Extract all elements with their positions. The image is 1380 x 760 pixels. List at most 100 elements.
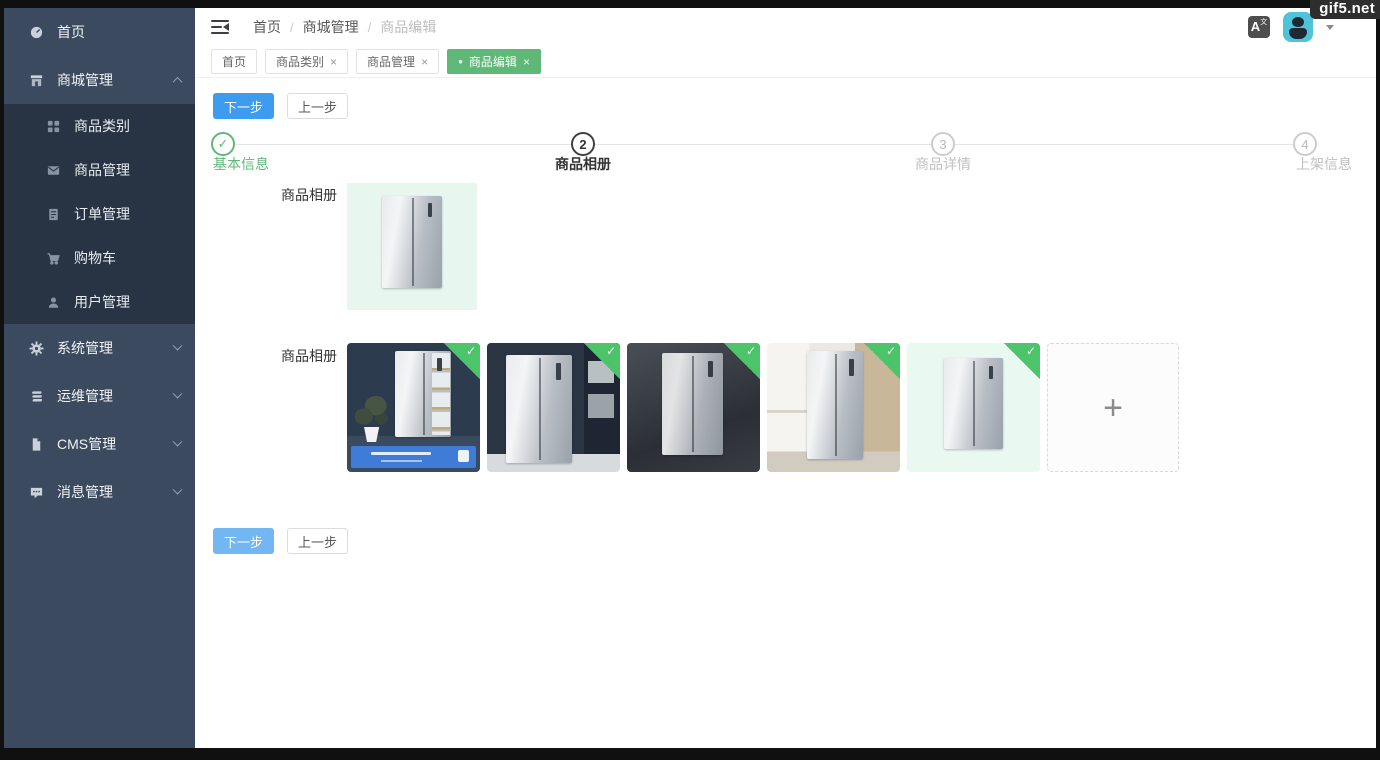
main-panel: 首页 / 商城管理 / 商品编辑 A 文 首页 商品类别 × bbox=[195, 8, 1376, 748]
server-stack-icon bbox=[28, 388, 44, 404]
wizard-content: 下一步 上一步 ✓ 2 3 4 基本信息 商品相册 商品详情 上架信息 商品相册 bbox=[195, 78, 1376, 748]
fridge-image bbox=[807, 351, 863, 459]
sidebar-item-shopping-cart[interactable]: 购物车 bbox=[4, 236, 195, 280]
shop-icon bbox=[28, 72, 44, 88]
album-preview-image[interactable] bbox=[347, 183, 477, 310]
avatar[interactable] bbox=[1283, 12, 1313, 42]
check-icon: ✓ bbox=[606, 344, 616, 358]
tab-product-management[interactable]: 商品管理 × bbox=[356, 49, 439, 74]
gallery-thumbnail-4[interactable]: ✓ bbox=[767, 343, 900, 472]
sidebar-item-user-management[interactable]: 用户管理 bbox=[4, 280, 195, 324]
next-step-button-bottom[interactable]: 下一步 bbox=[213, 528, 274, 554]
watermark: gif5.net bbox=[1310, 0, 1380, 19]
app-window: 首页 商城管理 商品类别 商品管理 bbox=[4, 8, 1376, 748]
fridge-image bbox=[944, 358, 1003, 448]
plant-decoration bbox=[351, 392, 391, 428]
sidebar-item-label: 首页 bbox=[57, 22, 85, 42]
tab-label: 商品管理 bbox=[367, 53, 415, 70]
step-1-circle: ✓ bbox=[211, 132, 235, 156]
promo-badge bbox=[458, 450, 469, 462]
step-4-circle: 4 bbox=[1293, 132, 1317, 156]
chat-bubble-icon bbox=[28, 484, 44, 500]
sidebar-item-order-management[interactable]: 订单管理 bbox=[4, 192, 195, 236]
tab-product-edit[interactable]: ● 商品编辑 × bbox=[447, 49, 541, 74]
breadcrumb-mall-management[interactable]: 商城管理 bbox=[303, 17, 359, 37]
sidebar-item-message-management[interactable]: 消息管理 bbox=[4, 468, 195, 516]
sidebar-item-product-management[interactable]: 商品管理 bbox=[4, 148, 195, 192]
fridge-image bbox=[662, 353, 723, 455]
gallery-thumbnail-5[interactable]: ✓ bbox=[907, 343, 1040, 472]
selected-corner: ✓ bbox=[724, 343, 760, 379]
breadcrumb-home[interactable]: 首页 bbox=[253, 17, 281, 37]
tab-product-category[interactable]: 商品类别 × bbox=[265, 49, 348, 74]
sidebar-collapse-icon[interactable] bbox=[211, 20, 229, 34]
upload-image-button[interactable]: + bbox=[1047, 343, 1179, 472]
chevron-down-icon bbox=[173, 388, 183, 398]
selected-corner: ✓ bbox=[584, 343, 620, 379]
breadcrumb: 首页 / 商城管理 / 商品编辑 bbox=[253, 17, 436, 37]
user-icon bbox=[45, 294, 61, 310]
gallery-thumbnail-2[interactable]: ✓ bbox=[487, 343, 620, 472]
prev-step-button-top[interactable]: 上一步 bbox=[287, 93, 348, 119]
envelope-icon bbox=[45, 162, 61, 178]
sidebar-submenu: 商品类别 商品管理 订单管理 购物车 bbox=[4, 104, 195, 324]
next-step-button-top[interactable]: 下一步 bbox=[213, 93, 274, 119]
prev-step-button-bottom[interactable]: 上一步 bbox=[287, 528, 348, 554]
kitchen-counter bbox=[767, 410, 810, 413]
sidebar-item-ops-management[interactable]: 运维管理 bbox=[4, 372, 195, 420]
gear-icon bbox=[28, 340, 44, 356]
cart-icon bbox=[45, 250, 61, 266]
close-icon[interactable]: × bbox=[330, 56, 337, 68]
step-2-circle: 2 bbox=[571, 132, 595, 156]
sidebar-item-label: 订单管理 bbox=[74, 204, 130, 224]
step-connector-line bbox=[223, 144, 1305, 145]
page-icon bbox=[28, 436, 44, 452]
step-1-label: 基本信息 bbox=[213, 154, 269, 174]
fridge-image bbox=[382, 196, 442, 289]
promo-banner bbox=[351, 446, 476, 468]
gallery-field-label: 商品相册 bbox=[281, 346, 337, 366]
translate-icon[interactable]: A 文 bbox=[1248, 16, 1270, 38]
step-3-circle: 3 bbox=[931, 132, 955, 156]
gallery-thumbnail-3[interactable]: ✓ bbox=[627, 343, 760, 472]
check-icon: ✓ bbox=[218, 136, 229, 152]
album-field-label: 商品相册 bbox=[281, 185, 337, 205]
sidebar-item-label: 商品管理 bbox=[74, 160, 130, 180]
tab-bar: 首页 商品类别 × 商品管理 × ● 商品编辑 × bbox=[195, 46, 1376, 78]
selected-corner: ✓ bbox=[444, 343, 480, 379]
step-2-label: 商品相册 bbox=[555, 154, 611, 174]
chevron-down-icon bbox=[173, 340, 183, 350]
sidebar-item-label: CMS管理 bbox=[57, 434, 116, 454]
sidebar-item-product-category[interactable]: 商品类别 bbox=[4, 104, 195, 148]
gallery-thumbnail-1[interactable]: ✓ bbox=[347, 343, 480, 472]
sidebar-item-label: 商品类别 bbox=[74, 116, 130, 136]
sidebar-item-mall-management[interactable]: 商城管理 bbox=[4, 56, 195, 104]
sidebar-item-label: 运维管理 bbox=[57, 386, 113, 406]
tab-home[interactable]: 首页 bbox=[211, 49, 257, 74]
sidebar-item-label: 系统管理 bbox=[57, 338, 113, 358]
breadcrumb-product-edit: 商品编辑 bbox=[380, 17, 436, 37]
sidebar-item-system-management[interactable]: 系统管理 bbox=[4, 324, 195, 372]
plant-pot-decoration bbox=[363, 427, 380, 442]
sidebar-item-home[interactable]: 首页 bbox=[4, 8, 195, 56]
plus-icon: + bbox=[1103, 391, 1123, 425]
breadcrumb-separator: / bbox=[290, 20, 294, 35]
chevron-down-icon[interactable] bbox=[1326, 25, 1334, 30]
top-header: 首页 / 商城管理 / 商品编辑 A 文 bbox=[195, 8, 1376, 46]
sidebar-item-cms-management[interactable]: CMS管理 bbox=[4, 420, 195, 468]
check-icon: ✓ bbox=[746, 344, 756, 358]
step-4-label: 上架信息 bbox=[1296, 154, 1352, 174]
chevron-down-icon bbox=[173, 484, 183, 494]
sidebar-item-label: 用户管理 bbox=[74, 292, 130, 312]
check-icon: ✓ bbox=[1026, 344, 1036, 358]
sidebar: 首页 商城管理 商品类别 商品管理 bbox=[4, 8, 195, 748]
close-icon[interactable]: × bbox=[421, 56, 428, 68]
sidebar-item-label: 商城管理 bbox=[57, 70, 113, 90]
breadcrumb-separator: / bbox=[368, 20, 372, 35]
check-icon: ✓ bbox=[466, 344, 476, 358]
dashboard-icon bbox=[28, 24, 44, 40]
selected-corner: ✓ bbox=[1004, 343, 1040, 379]
tab-label: 首页 bbox=[222, 53, 246, 70]
check-icon: ✓ bbox=[886, 344, 896, 358]
close-icon[interactable]: × bbox=[523, 56, 530, 68]
